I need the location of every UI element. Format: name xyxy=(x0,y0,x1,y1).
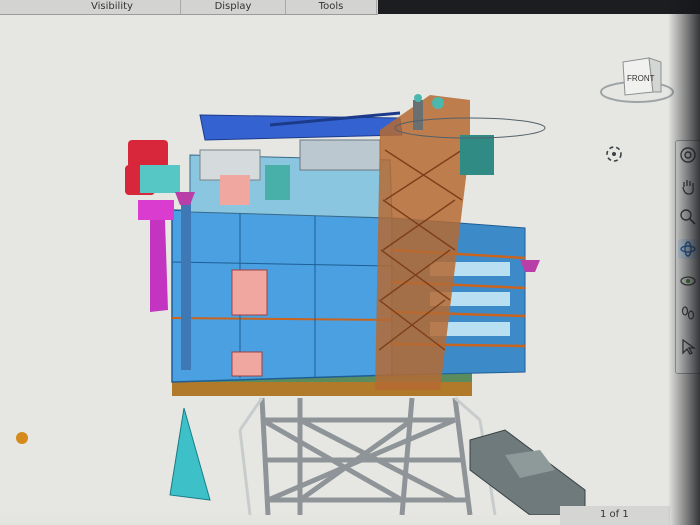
3d-viewport[interactable] xyxy=(0,15,670,515)
viewcube[interactable]: FRONT xyxy=(597,50,677,112)
small-marker-icon xyxy=(16,432,28,444)
tab-visibility-label: Visibility xyxy=(91,1,133,12)
page-indicator: 1 of 1 xyxy=(600,509,629,520)
crane-boom xyxy=(199,114,403,141)
offshore-platform-model[interactable] xyxy=(0,15,670,515)
supply-vessel xyxy=(469,429,586,515)
title-bar-dark-area xyxy=(378,0,700,14)
status-bar: 1 of 1 xyxy=(560,506,670,525)
tab-visibility[interactable]: Visibility xyxy=(44,0,181,14)
ribbon-tab-bar: Visibility Display Tools xyxy=(0,0,378,15)
tab-tools-label: Tools xyxy=(318,1,344,12)
orbit-cursor-icon xyxy=(602,142,626,166)
north-marker xyxy=(169,407,211,501)
tab-tools[interactable]: Tools xyxy=(286,0,377,14)
tab-display[interactable]: Display xyxy=(181,0,286,14)
heli-module xyxy=(460,135,494,175)
main-module-block xyxy=(171,209,393,383)
viewcube-face-label[interactable]: FRONT xyxy=(627,74,655,83)
screen-edge-shadow xyxy=(668,0,700,525)
jacket-structure xyxy=(259,397,473,515)
tab-display-label: Display xyxy=(214,1,252,12)
application-window: Visibility Display Tools FRONT 1 of 1 xyxy=(0,0,700,525)
